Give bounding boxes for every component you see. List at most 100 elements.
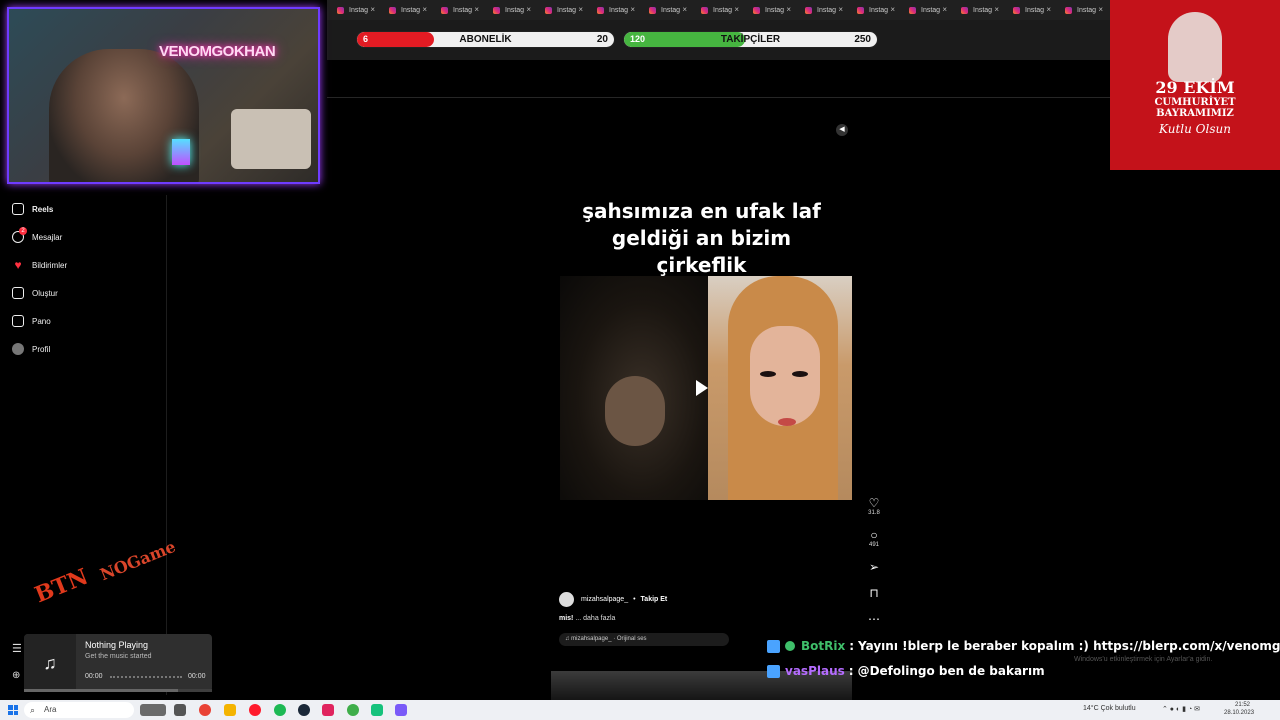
- close-icon[interactable]: ×: [786, 5, 791, 14]
- close-icon[interactable]: ×: [890, 5, 895, 14]
- app-icon[interactable]: [322, 704, 334, 716]
- music-time-end: 00:00: [188, 673, 206, 680]
- browser-tab[interactable]: Instag ×: [379, 0, 431, 20]
- reel-caption: şahsımıza en ufak laf geldiği an bizim ç…: [551, 198, 852, 279]
- tab-label: Instag: [921, 6, 941, 14]
- file-explorer-icon[interactable]: [224, 704, 236, 716]
- browser-tab[interactable]: Instag ×: [483, 0, 535, 20]
- close-icon[interactable]: ×: [630, 5, 635, 14]
- music-progress-bar[interactable]: [24, 689, 212, 692]
- clock[interactable]: 21:52 28.10.2023: [1224, 701, 1254, 717]
- lips: [778, 418, 796, 426]
- republic-day-banner: 29 EKİM CUMHURİYET BAYRAMIMIZ Kutlu Olsu…: [1110, 0, 1280, 170]
- task-view-icon[interactable]: [174, 704, 186, 716]
- sidebar-item-dashboard[interactable]: Pano: [12, 311, 51, 331]
- messenger-icon: 2: [12, 227, 27, 243]
- caption-line: geldiği an bizim: [611, 226, 792, 250]
- subscriber-goal-label: ABONELİK: [459, 34, 512, 45]
- like-button[interactable]: ♡ 31.8: [864, 496, 884, 516]
- menu-icon[interactable]: ☰: [12, 642, 22, 655]
- close-icon[interactable]: ×: [734, 5, 739, 14]
- follow-button[interactable]: Takip Et: [641, 596, 668, 603]
- instagram-icon: [753, 6, 760, 14]
- sidebar-item-profile[interactable]: Profil: [12, 339, 50, 359]
- author-username[interactable]: mizahsalpage_: [581, 596, 628, 603]
- widget-icon[interactable]: [140, 704, 166, 716]
- screen: Instag × Instag × Instag × Instag × Instag × Insta…: [0, 0, 1280, 720]
- close-icon[interactable]: ×: [682, 5, 687, 14]
- sidebar-item-label: Pano: [32, 316, 51, 326]
- browser-tab[interactable]: Instag ×: [847, 0, 899, 20]
- banner-date: 29 EKİM: [1155, 78, 1235, 97]
- chat-message: vasPlaus : @Defolingo ben de bakarım: [767, 661, 1045, 681]
- volume-icon[interactable]: ◀: [836, 124, 848, 136]
- browser-tab[interactable]: Instag ×: [639, 0, 691, 20]
- browser-tab[interactable]: Instag ×: [795, 0, 847, 20]
- close-icon[interactable]: ×: [370, 5, 375, 14]
- app-icon[interactable]: [371, 704, 383, 716]
- browser-tab[interactable]: Instag ×: [327, 0, 379, 20]
- verified-icon: [785, 641, 795, 651]
- browser-tab[interactable]: Instag ×: [899, 0, 951, 20]
- close-icon[interactable]: ×: [526, 5, 531, 14]
- start-icon[interactable]: [8, 705, 18, 715]
- sidebar-item-messages[interactable]: 2 Mesajlar: [12, 227, 62, 247]
- sidebar-item-label: Oluştur: [32, 288, 58, 298]
- description-text: mis!: [559, 615, 574, 622]
- close-icon[interactable]: ×: [1046, 5, 1051, 14]
- sidebar-item-create[interactable]: Oluştur: [12, 283, 58, 303]
- browser-tab[interactable]: Instag ×: [431, 0, 483, 20]
- instagram-icon: [701, 6, 708, 14]
- chat-separator: :: [848, 664, 854, 678]
- play-icon[interactable]: [696, 380, 708, 396]
- portrait: [1168, 12, 1222, 82]
- sidebar-item-notifications[interactable]: ♥ Bildirimler: [12, 255, 67, 275]
- audio-chip[interactable]: ♫ mizahsalpage_ · Orijinal ses: [559, 633, 729, 646]
- teams-icon[interactable]: [395, 704, 407, 716]
- app-icon[interactable]: [347, 704, 359, 716]
- browser-tab[interactable]: Instag ×: [1055, 0, 1107, 20]
- browser-tab-bar: Instag × Instag × Instag × Instag × Instag × Insta…: [327, 0, 1110, 20]
- chat-username: vasPlaus: [785, 664, 845, 678]
- browser-tab[interactable]: Instag ×: [1003, 0, 1055, 20]
- more-icon[interactable]: ⊕: [12, 670, 20, 681]
- weather-widget[interactable]: 14°C Çok bulutlu: [1083, 705, 1136, 712]
- tab-label: Instag: [401, 6, 421, 14]
- steam-icon[interactable]: [298, 704, 310, 716]
- close-icon[interactable]: ×: [942, 5, 947, 14]
- chat-username: BotRix: [801, 639, 846, 653]
- tray-icons[interactable]: ⌃ ● ◐ ▮ ◔ ✉: [1162, 705, 1200, 713]
- browser-tab[interactable]: Instag ×: [587, 0, 639, 20]
- divider: [327, 97, 1110, 98]
- close-icon[interactable]: ×: [422, 5, 427, 14]
- kick-icon: [767, 639, 780, 653]
- tab-label: Instag: [349, 6, 369, 14]
- more-options-button[interactable]: ⋯: [864, 612, 884, 626]
- like-count: 31.8: [868, 510, 880, 516]
- close-icon[interactable]: ×: [578, 5, 583, 14]
- dashboard-icon: [12, 315, 24, 327]
- close-icon[interactable]: ×: [994, 5, 999, 14]
- close-icon[interactable]: ×: [474, 5, 479, 14]
- sidebar-item-reels[interactable]: Reels: [12, 199, 53, 219]
- instagram-icon: [389, 6, 396, 14]
- taskbar-search[interactable]: ⌕ Ara: [24, 702, 134, 718]
- share-button[interactable]: ➢: [864, 560, 884, 574]
- more-link[interactable]: ... daha fazla: [575, 615, 615, 622]
- close-icon[interactable]: ×: [1098, 5, 1103, 14]
- spotify-icon[interactable]: [274, 704, 286, 716]
- author-avatar[interactable]: [559, 591, 574, 607]
- browser-tab[interactable]: Instag ×: [535, 0, 587, 20]
- opera-icon[interactable]: [249, 704, 261, 716]
- comment-button[interactable]: ○ 491: [864, 528, 884, 548]
- chrome-icon[interactable]: [199, 704, 211, 716]
- save-button[interactable]: ⊓: [864, 586, 884, 600]
- browser-tab[interactable]: Instag ×: [743, 0, 795, 20]
- banner-title: CUMHURİYET BAYRAMIMIZ: [1110, 97, 1280, 119]
- more-icon: ⋯: [868, 612, 880, 626]
- close-icon[interactable]: ×: [838, 5, 843, 14]
- tab-label: Instag: [817, 6, 837, 14]
- send-icon: ➢: [868, 560, 880, 574]
- browser-tab[interactable]: Instag ×: [691, 0, 743, 20]
- browser-tab[interactable]: Instag ×: [951, 0, 1003, 20]
